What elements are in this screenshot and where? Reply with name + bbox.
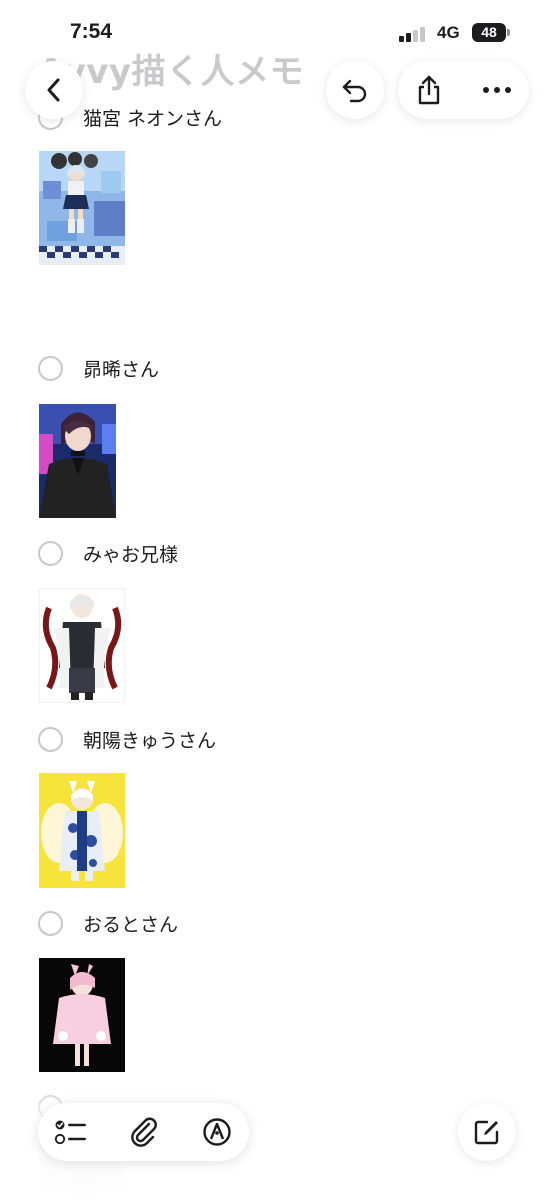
compose-button[interactable] (458, 1103, 516, 1161)
image-attachment[interactable] (39, 404, 116, 518)
ellipsis-icon (483, 87, 511, 93)
illustration-image (39, 151, 125, 265)
compose-icon (474, 1120, 499, 1145)
battery-icon: 48 (472, 23, 510, 42)
checkbox[interactable] (38, 355, 63, 381)
actions-pill (398, 61, 529, 119)
attach-button[interactable] (115, 1103, 173, 1161)
pen-tip-icon (203, 1118, 231, 1146)
checkbox[interactable] (38, 726, 63, 752)
more-button[interactable] (466, 61, 528, 119)
undo-icon (342, 79, 367, 103)
illustration-image (39, 958, 125, 1072)
item-label: 朝陽きゅうさん (83, 729, 217, 752)
battery-level: 48 (481, 24, 497, 40)
checklist-item: 昴晞さん (38, 353, 159, 383)
bottom-toolbar (38, 1103, 249, 1161)
cellular-signal-icon (399, 26, 429, 42)
undo-button[interactable] (326, 61, 384, 119)
status-time: 7:54 (70, 20, 113, 43)
checklist-item: 朝陽きゅうさん (38, 724, 216, 754)
checkbox[interactable] (38, 910, 63, 936)
illustration-image (39, 588, 125, 703)
checkbox[interactable] (38, 540, 63, 566)
status-bar: 7:54 4G 48 (0, 0, 555, 60)
checklist-item: おるとさん (38, 908, 178, 938)
illustration-image (39, 404, 116, 518)
illustration-image (39, 773, 125, 888)
chevron-left-icon (47, 78, 60, 102)
item-label: 昴晞さん (83, 358, 160, 381)
item-label: みゃお兄様 (83, 543, 179, 566)
paperclip-icon (131, 1117, 157, 1147)
image-attachment[interactable] (39, 151, 125, 265)
checklist-icon (54, 1120, 86, 1145)
image-attachment[interactable] (39, 958, 125, 1072)
share-button[interactable] (398, 61, 460, 119)
markup-button[interactable] (188, 1103, 246, 1161)
image-attachment[interactable] (39, 588, 125, 703)
back-button[interactable] (25, 61, 83, 119)
share-icon (418, 75, 440, 105)
item-label: おるとさん (83, 913, 179, 936)
item-label: 猫宮 ネオンさん (83, 107, 223, 130)
network-type: 4G (437, 23, 460, 42)
checklist-button[interactable] (42, 1103, 100, 1161)
image-attachment[interactable] (39, 773, 125, 888)
checklist-item: みゃお兄様 (38, 538, 178, 568)
